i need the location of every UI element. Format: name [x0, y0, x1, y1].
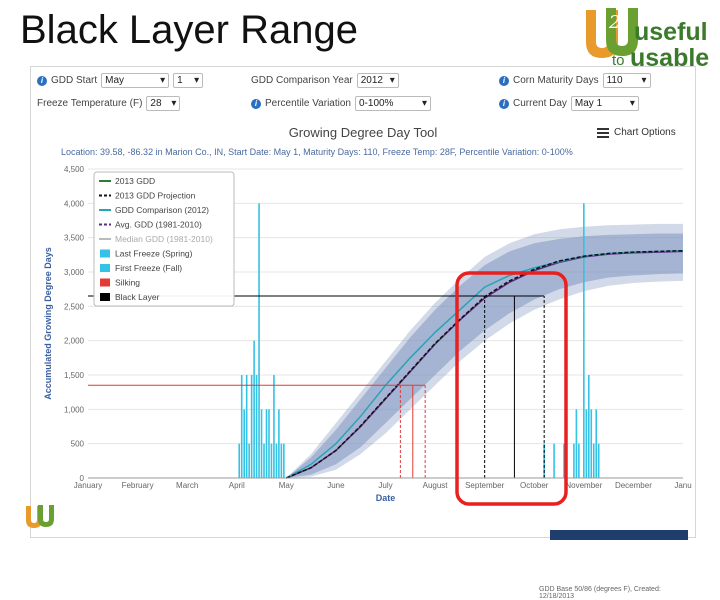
x-tick-label: Janu: [674, 481, 691, 490]
x-tick-label: November: [565, 481, 602, 490]
y-tick-label: 4,000: [64, 199, 85, 208]
x-tick-label: August: [423, 481, 449, 490]
chart-footer-note: GDD Base 50/86 (degrees F), Created: 12/…: [539, 586, 661, 600]
legend-swatch: [100, 264, 110, 272]
x-tick-label: June: [327, 481, 345, 490]
x-tick-label: January: [74, 481, 102, 490]
gdd-chart: 05001,0001,5002,0002,5003,0003,5004,0004…: [43, 165, 692, 506]
x-tick-label: October: [520, 481, 549, 490]
y-tick-label: 4,500: [64, 165, 85, 174]
legend-swatch: [100, 249, 110, 258]
legend-label: 2013 GDD: [115, 176, 155, 186]
x-tick-label: December: [615, 481, 652, 490]
legend-label: Black Layer: [115, 292, 160, 302]
legend-label: Silking: [115, 278, 140, 288]
x-tick-label: July: [378, 481, 392, 490]
legend-label: Last Freeze (Spring): [115, 249, 193, 259]
x-tick-label: February: [122, 481, 154, 490]
legend-label: First Freeze (Fall): [115, 263, 182, 273]
legend-swatch: [100, 278, 110, 287]
x-tick-label: September: [465, 481, 504, 490]
x-tick-label: May: [279, 481, 294, 490]
footer-bar: [550, 530, 688, 540]
legend-label: Median GDD (1981-2010): [115, 234, 213, 244]
y-tick-label: 1,000: [64, 405, 85, 414]
legend-label: GDD Comparison (2012): [115, 205, 209, 215]
u2u-mini-logo-icon: [24, 504, 60, 532]
legend-swatch: [100, 293, 110, 301]
legend-label: 2013 GDD Projection: [115, 191, 196, 201]
y-axis-title: Accumulated Growing Degree Days: [43, 247, 53, 400]
x-tick-label: March: [176, 481, 198, 490]
y-tick-label: 2,500: [64, 302, 85, 311]
x-tick-label: April: [229, 481, 245, 490]
chart-legend: 2013 GDD 2013 GDD Projection GDD Compariso…: [93, 171, 235, 307]
y-tick-label: 3,500: [64, 234, 85, 243]
x-axis-title: Date: [376, 493, 396, 503]
y-tick-label: 3,000: [64, 268, 85, 277]
y-tick-label: 500: [71, 440, 85, 449]
y-tick-label: 1,500: [64, 371, 85, 380]
legend-label: Avg. GDD (1981-2010): [115, 220, 202, 230]
y-tick-label: 2,000: [64, 337, 85, 346]
